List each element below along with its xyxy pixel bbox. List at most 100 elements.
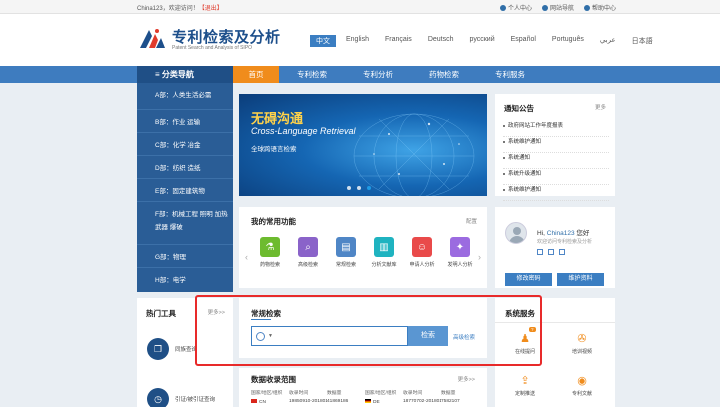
lang-ja[interactable]: 日本語 <box>626 35 659 47</box>
site-nav-link[interactable]: 网站导航 <box>541 3 574 12</box>
notice-item[interactable]: 系统升级通知 <box>503 169 609 185</box>
lang-pt[interactable]: Português <box>546 35 590 47</box>
document-search-icon: ▤ <box>336 237 356 257</box>
tool-label: 同族查询 <box>175 347 198 353</box>
function-label: 药物检索 <box>259 262 280 268</box>
function-advanced-search[interactable]: ⌕ 高级检索 <box>296 237 320 268</box>
category-item-h[interactable]: H部：电学 <box>137 268 233 291</box>
user-name[interactable]: China123 <box>547 230 575 237</box>
lang-zh[interactable]: 中文 <box>310 35 336 47</box>
category-item-c[interactable]: C部：化学 冶金 <box>137 133 233 156</box>
notice-item[interactable]: 系统维护通知 <box>503 137 609 153</box>
notice-item[interactable]: 系统通知 <box>503 153 609 169</box>
service-label: 定制推送 <box>514 391 535 397</box>
flag-de-icon <box>365 399 371 403</box>
lang-ru[interactable]: русский <box>464 35 501 47</box>
service-patent-docs[interactable]: ◉ 专利文献 <box>557 372 607 398</box>
flask-icon: ⚗ <box>260 237 280 257</box>
star-icon[interactable] <box>559 249 565 255</box>
push-icon: ⇪ <box>520 374 530 387</box>
main-nav: ≡ 分类导航 首页 专利检索 专利分析 药物检索 专利服务 <box>0 66 720 83</box>
function-analysis-library[interactable]: ▥ 分析文献库 <box>371 237 397 268</box>
book-icon: ▥ <box>374 237 394 257</box>
category-nav-toggle[interactable]: ≡ 分类导航 <box>137 66 233 83</box>
service-label: 专利文献 <box>571 391 592 397</box>
nav-patent-search[interactable]: 专利检索 <box>279 66 345 83</box>
notice-list: 政府网站工作年度报表 系统维护通知 系统通知 系统升级通知 系统维护通知 <box>503 121 609 201</box>
function-applicant-analysis[interactable]: ☺ 申请人分析 <box>409 237 435 268</box>
edit-profile-button[interactable]: 维护资料 <box>557 273 604 286</box>
service-label: 培训视频 <box>571 349 592 355</box>
category-item-a[interactable]: A部：人类生活必需 <box>137 83 233 110</box>
range-more-link[interactable]: 更多>> <box>458 375 475 383</box>
data-range-panel: 数据收录范围 更多>> 国家/地区/组织 收录时间 数据量 国家/地区/组织 收… <box>239 368 487 407</box>
nav-home[interactable]: 首页 <box>233 66 279 83</box>
range-table-header: 国家/地区/组织 收录时间 数据量 国家/地区/组织 收录时间 数据量 <box>251 389 479 396</box>
table-row: CN 19850910-20180106 41869186 DE 1877070… <box>251 399 479 405</box>
nav-patent-analysis[interactable]: 专利分析 <box>345 66 411 83</box>
mail-icon[interactable] <box>537 249 543 255</box>
lang-ar[interactable]: عربي <box>594 35 622 47</box>
notice-title: 通知公告 <box>504 104 534 113</box>
site-title[interactable]: 专利检索及分析 <box>172 26 281 47</box>
functions-config-link[interactable]: 配置 <box>466 217 477 225</box>
category-item-e[interactable]: E部：固定建筑物 <box>137 179 233 202</box>
service-training-video[interactable]: ✇ 培训视频 <box>557 330 607 356</box>
tool-citation-search[interactable]: ◷ 引证/被引证查询 <box>147 388 215 407</box>
person-icon: ☺ <box>412 237 432 257</box>
tool-family-search[interactable]: ❐ 同族查询 <box>147 338 197 360</box>
bulb-icon: ✦ <box>450 237 470 257</box>
notice-item[interactable]: 系统维护通知 <box>503 185 609 201</box>
greeting-suffix: 您好 <box>576 230 590 237</box>
category-item-d[interactable]: D部：纺织 造纸 <box>137 156 233 179</box>
column-header: 数据量 <box>441 391 456 396</box>
site-subtitle: Patent Search and Analysis of SIPO <box>172 45 253 51</box>
film-reel-icon: ✇ <box>577 332 587 345</box>
header: 专利检索及分析 Patent Search and Analysis of SI… <box>0 14 720 66</box>
personal-center-link[interactable]: 个人中心 <box>499 3 532 12</box>
change-password-button[interactable]: 修改密码 <box>505 273 552 286</box>
carousel-dot-1[interactable] <box>347 186 351 190</box>
table-cell: 18770702-20180115 <box>403 399 441 404</box>
carousel-dot-2[interactable] <box>357 186 361 190</box>
carousel-dot-3[interactable] <box>367 186 371 190</box>
category-item-f[interactable]: F部：机械工程 照明 加热 武器 爆破 <box>137 202 233 245</box>
user-icons <box>537 249 565 255</box>
function-label: 高级检索 <box>297 262 318 268</box>
lang-es[interactable]: Español <box>505 35 542 47</box>
notice-panel: 通知公告 更多 政府网站工作年度报表 系统维护通知 系统通知 系统升级通知 系统… <box>495 94 615 201</box>
list-icon[interactable] <box>548 249 554 255</box>
lang-de[interactable]: Deutsch <box>422 35 460 47</box>
function-label: 申请人分析 <box>409 262 435 268</box>
welcome-text: China123，欢迎访问！【退出】 <box>137 3 223 12</box>
category-item-b[interactable]: B部：作业 运输 <box>137 110 233 133</box>
function-drug-search[interactable]: ⚗ 药物检索 <box>258 237 282 268</box>
lang-en[interactable]: English <box>340 35 375 47</box>
table-cell: 19850910-20180106 <box>289 399 327 404</box>
function-regular-search[interactable]: ▤ 常规检索 <box>334 237 358 268</box>
logout-link[interactable]: 【退出】 <box>199 6 223 12</box>
banner-caption: 全球跨语言检索 <box>251 146 297 153</box>
chevron-right-icon[interactable]: › <box>478 252 481 262</box>
welcome-label: China123，欢迎访问！ <box>137 6 199 12</box>
help-center-link[interactable]: 帮助中心 <box>583 3 616 12</box>
lang-fr[interactable]: Français <box>379 35 418 47</box>
service-custom-push[interactable]: ⇪ 定制推送 <box>500 372 550 398</box>
nav-items: 首页 专利检索 专利分析 药物检索 专利服务 <box>233 66 543 83</box>
category-item-g[interactable]: G部：物理 <box>137 245 233 268</box>
nav-drug-search[interactable]: 药物检索 <box>411 66 477 83</box>
chevron-left-icon[interactable]: ‹ <box>245 252 248 262</box>
nav-patent-service[interactable]: 专利服务 <box>477 66 543 83</box>
column-header: 收录时间 <box>289 391 309 396</box>
tool-label: 引证/被引证查询 <box>175 397 216 403</box>
copy-icon: ❐ <box>147 338 169 360</box>
user-greeting: Hi, China123 您好 <box>537 227 589 237</box>
eye-icon: ◉ <box>577 374 587 387</box>
highlight-box <box>195 295 542 366</box>
functions-title: 我的常用功能 <box>251 217 296 226</box>
notice-item[interactable]: 政府网站工作年度报表 <box>503 121 609 137</box>
column-header: 国家/地区/组织 <box>251 391 283 396</box>
banner-carousel[interactable]: 无碍沟通 Cross-Language Retrieval 全球跨语言检索 <box>239 94 487 196</box>
function-inventor-analysis[interactable]: ✦ 发明人分析 <box>447 237 473 268</box>
notice-more-link[interactable]: 更多 <box>595 103 606 111</box>
